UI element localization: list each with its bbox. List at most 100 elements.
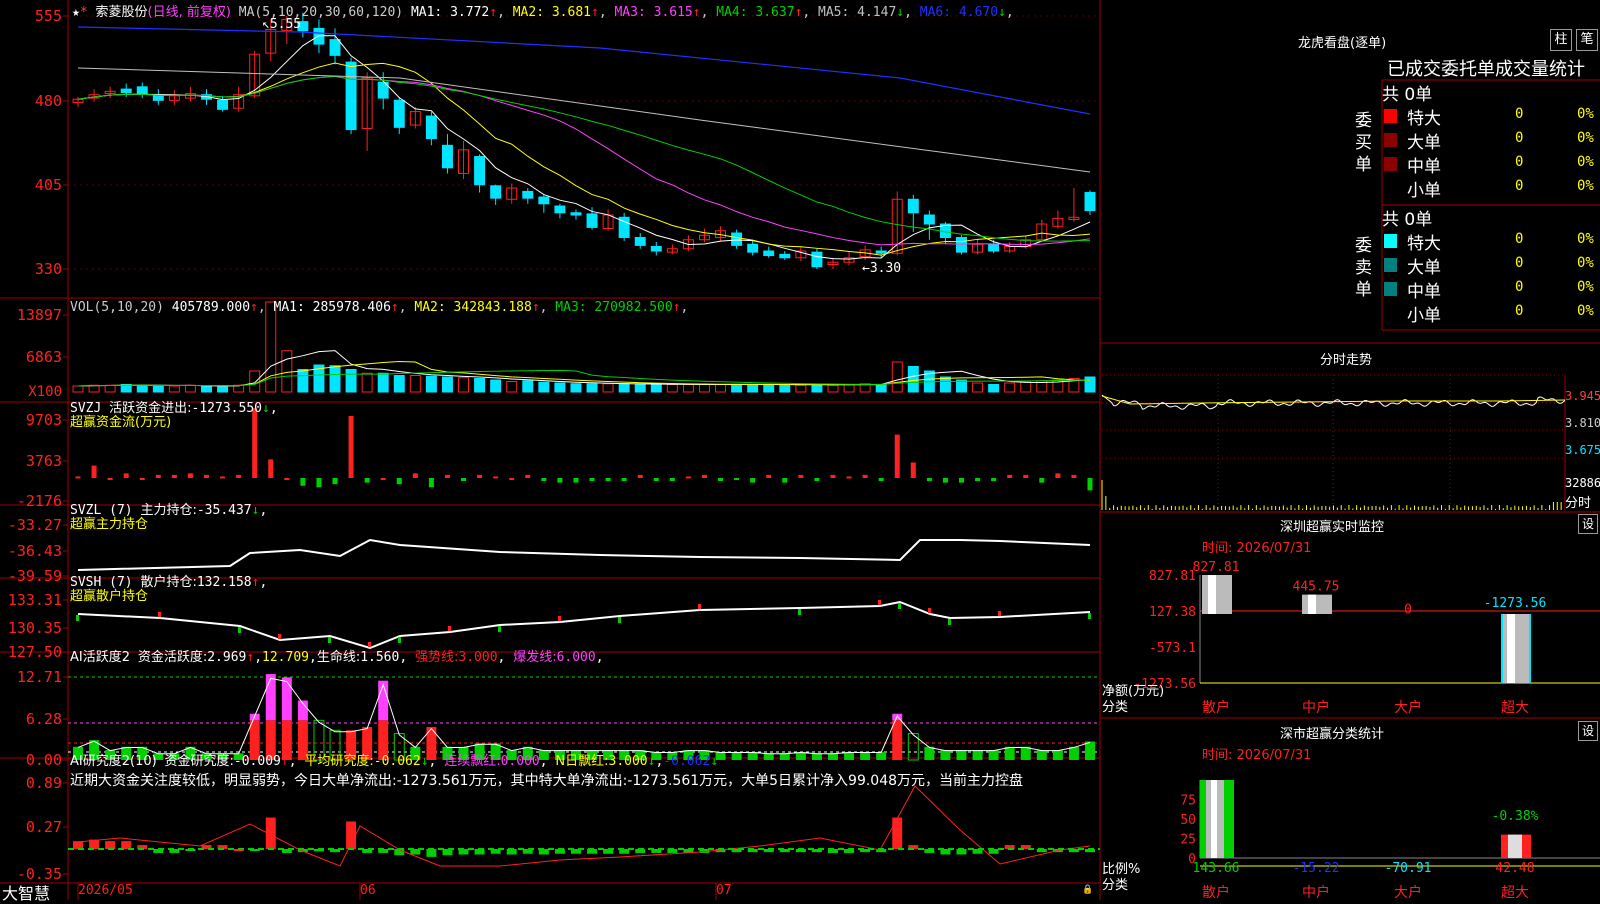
lhb-swatch	[1384, 282, 1397, 296]
main-header: ★* 索菱股份(日线, 前复权) MA(5,10,20,30,60,120) M…	[72, 5, 1014, 20]
monitor-value: -1273.56	[1484, 596, 1547, 611]
y-tick: 0.27	[26, 818, 62, 836]
ai2-title: AI研究度2(10)	[70, 754, 157, 769]
lhb-bar-button[interactable]: 柱	[1550, 29, 1572, 51]
svzj-bar	[139, 478, 145, 480]
y-tick: 127.50	[8, 643, 62, 661]
svzj-bar	[1087, 478, 1093, 491]
ai2-bar	[73, 841, 83, 849]
volume-bar	[345, 369, 357, 393]
ai1-bar	[924, 746, 935, 760]
volume-bar	[618, 383, 630, 393]
ai1-bar	[747, 752, 758, 760]
monitor-value: 0	[1404, 603, 1412, 618]
svsh-tick	[398, 637, 401, 643]
candle-body	[570, 212, 582, 216]
svzj-value: -1273.550	[191, 401, 262, 416]
candle-body	[441, 144, 453, 169]
volume-bar	[490, 379, 502, 393]
ma-value-3: MA3: 3.615	[614, 5, 693, 20]
lhb-row-label: 中单	[1407, 157, 1441, 177]
ai1-bar	[844, 752, 855, 760]
y-tick: 0.89	[26, 774, 62, 792]
monitor-bar	[1302, 594, 1332, 614]
svzj-bar	[284, 478, 290, 480]
volume-bar	[907, 366, 919, 393]
svsh-label: 散户持仓:	[140, 575, 197, 590]
classify-y-tick: 75	[1180, 794, 1196, 809]
lhb-buy-section: 委买单共 0单 特大 0 0% 大单 0 0% 中单 0 0% 小单 0 0%	[1355, 80, 1600, 201]
ma-value-4: MA4: 3.637	[716, 5, 795, 20]
classify-bar-highlight	[1211, 780, 1217, 858]
monitor-y-tick: 127.38	[1149, 605, 1196, 620]
classify-settings-button[interactable]: 设	[1578, 721, 1598, 741]
ai1-life-label: 生命线:	[316, 650, 361, 665]
ma60-line	[77, 67, 1091, 173]
lhb-row-label: 大单	[1407, 133, 1441, 153]
lhb-swatch	[1384, 157, 1397, 171]
lhb-tick-button[interactable]: 笔	[1576, 29, 1598, 51]
ai2-nred-value: 3.000	[608, 754, 648, 769]
star-icon[interactable]: ★	[72, 5, 80, 20]
volume-bar	[682, 384, 694, 393]
volume-bar	[168, 385, 180, 393]
lhb-row-percent: 0%	[1577, 303, 1594, 319]
svsh-tick	[498, 626, 501, 632]
classify-value: -15.22	[1293, 861, 1340, 876]
monitor-bar-highlight	[1208, 575, 1216, 614]
y-tick: 0.00	[26, 751, 62, 769]
date-label-may: 2026/05	[78, 883, 133, 898]
lhb-row-value: 0	[1515, 106, 1524, 122]
lhb-header: 已成交委托单成交量统计	[1387, 59, 1585, 80]
lhb-row-label: 特大	[1407, 109, 1441, 129]
svzj-bar	[1007, 474, 1013, 478]
lhb-row-label: 特大	[1407, 234, 1441, 254]
monitor-xlabel: 分类	[1102, 700, 1129, 715]
lhb-row-value: 0	[1515, 154, 1524, 170]
candle-body	[907, 198, 919, 214]
volume-bar	[88, 384, 100, 393]
svsh-tick	[328, 637, 331, 643]
low-label: ←3.30	[862, 261, 901, 276]
svzj-bar	[380, 478, 386, 480]
vol-ma-values: MA1: 285978.406↑, MA2: 342843.188↑, MA3:…	[273, 300, 689, 315]
ai2-bar	[892, 817, 903, 849]
svsh-tick	[448, 626, 451, 631]
svsh-line	[77, 600, 1091, 650]
y-tick: 9703	[26, 411, 62, 429]
classify-value: -70.91	[1385, 861, 1432, 876]
volume-bar	[795, 384, 807, 393]
y-tick: 12.71	[17, 668, 62, 686]
candle-body	[763, 250, 775, 257]
classify-category: 中户	[1302, 884, 1330, 900]
lhb-swatch	[1384, 109, 1397, 123]
volume-bar	[506, 381, 518, 393]
volume-bar	[297, 369, 309, 393]
svzj-bar	[701, 474, 707, 478]
candle-body	[345, 61, 357, 131]
svzj-bar	[637, 474, 643, 478]
svsh-tick	[278, 634, 281, 639]
svzj-bar	[91, 465, 97, 478]
volume-bar	[666, 384, 678, 393]
volume-bar	[811, 384, 823, 393]
svsh-tick	[558, 616, 561, 621]
volume-bar	[393, 375, 405, 393]
svzj-bar	[171, 474, 177, 478]
ai1-strong-label: 强势线:	[415, 650, 459, 665]
svzj-bar	[187, 473, 193, 478]
lhb-row-percent: 0%	[1577, 255, 1594, 271]
svzj-bar	[1055, 473, 1061, 478]
svsh-subtitle: 超赢散户持仓	[70, 589, 149, 604]
svzj-subtitle: 超赢资金流(万元)	[70, 415, 172, 430]
volume-bar	[731, 384, 743, 393]
candle-body	[875, 250, 887, 254]
monitor-settings-button[interactable]: 设	[1578, 514, 1598, 534]
monitor-bar-edge	[1501, 613, 1503, 683]
svzj-bar	[268, 459, 274, 478]
volume-bar	[201, 385, 212, 393]
svzj-bar	[734, 478, 740, 480]
ai1-value2: 12.709	[262, 650, 309, 665]
lhb-row-percent: 0%	[1577, 154, 1594, 170]
volume-bar	[634, 384, 646, 393]
